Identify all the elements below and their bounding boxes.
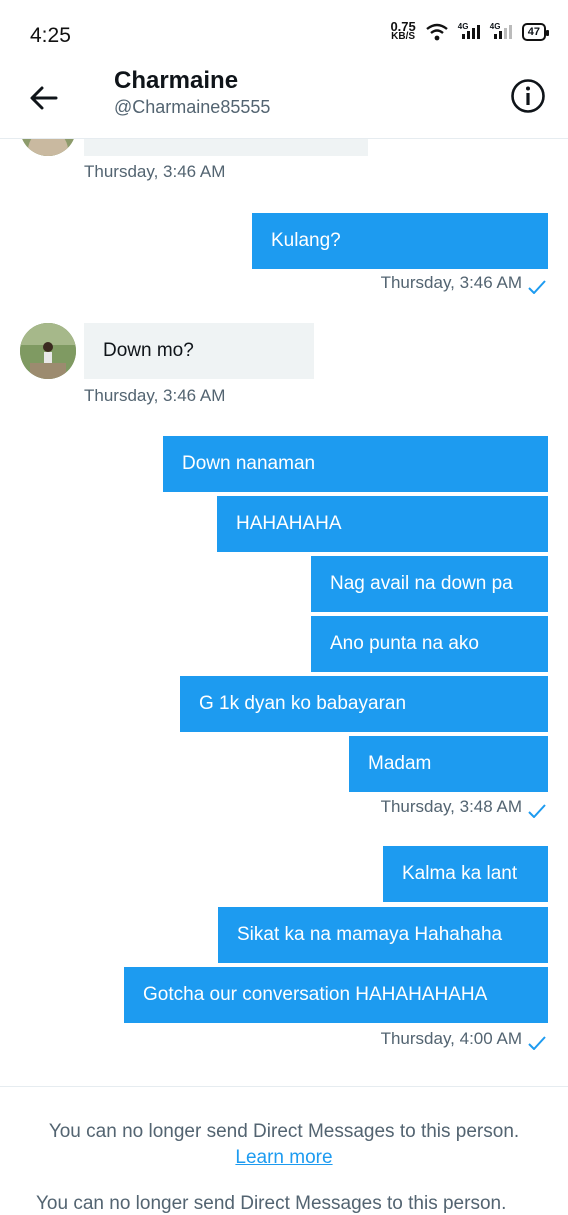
- message-bubble[interactable]: Ano punta na ako: [311, 616, 548, 672]
- network-speed: 0.75 KB/S: [390, 19, 416, 42]
- cutoff-notice: You can no longer send Direct Messages t…: [36, 1193, 507, 1214]
- sent-check-icon: [528, 1036, 546, 1050]
- message-bubble[interactable]: Nag avail na down pa: [311, 556, 548, 612]
- timestamp: Thursday, 3:46 AM: [84, 386, 226, 405]
- timestamp: Thursday, 3:46 AM: [84, 162, 226, 181]
- dm-restricted-notice: You can no longer send Direct Messages t…: [48, 1121, 520, 1142]
- status-icons: 0.75 KB/S 4G 4G 47: [390, 19, 550, 42]
- message-bubble[interactable]: Kalma ka lant: [383, 846, 548, 902]
- battery-icon: 47: [521, 23, 550, 41]
- message-bubble[interactable]: Down mo?: [84, 323, 314, 379]
- signal-icon: 4G: [490, 22, 512, 39]
- sent-check-icon: [528, 280, 546, 294]
- sent-check-icon: [528, 804, 546, 818]
- back-arrow-icon[interactable]: [28, 82, 60, 114]
- conversation-name[interactable]: Charmaine: [114, 67, 238, 95]
- conversation-handle: @Charmaine85555: [114, 97, 271, 117]
- status-bar: 4:25 0.75 KB/S 4G 4G 47: [0, 0, 568, 70]
- wifi-icon: [426, 23, 448, 41]
- timestamp: Thursday, 4:00 AM: [380, 1029, 522, 1048]
- info-icon[interactable]: [510, 78, 546, 114]
- status-time: 4:25: [30, 24, 71, 47]
- message-bubble[interactable]: Down nanaman: [163, 436, 548, 492]
- message-bubble[interactable]: G 1k dyan ko babayaran: [180, 676, 548, 732]
- message-bubble[interactable]: HAHAHAHA: [217, 496, 548, 552]
- message-bubble[interactable]: Sikat ka na mamaya Hahahaha: [218, 907, 548, 963]
- signal-icon: 4G: [458, 22, 480, 39]
- avatar[interactable]: [20, 323, 76, 379]
- message-bubble[interactable]: Kulang?: [252, 213, 548, 269]
- message-thread[interactable]: Thursday, 3:46 AM Kulang? Thursday, 3:46…: [0, 0, 568, 1200]
- message-bubble[interactable]: Gotcha our conversation HAHAHAHAHA: [124, 967, 548, 1023]
- conversation-header: Charmaine @Charmaine85555: [0, 67, 568, 139]
- timestamp: Thursday, 3:46 AM: [380, 273, 522, 292]
- message-bubble[interactable]: Madam: [349, 736, 548, 792]
- learn-more-link[interactable]: Learn more: [235, 1147, 332, 1168]
- timestamp: Thursday, 3:48 AM: [380, 797, 522, 816]
- dm-restricted-footer: You can no longer send Direct Messages t…: [0, 1086, 568, 1214]
